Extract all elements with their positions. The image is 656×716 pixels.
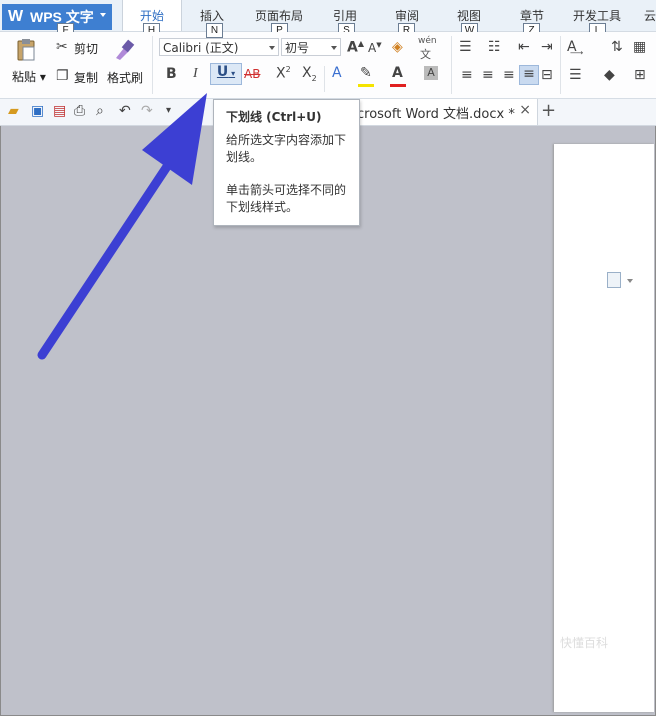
- annotation-arrow-icon: [37, 93, 207, 360]
